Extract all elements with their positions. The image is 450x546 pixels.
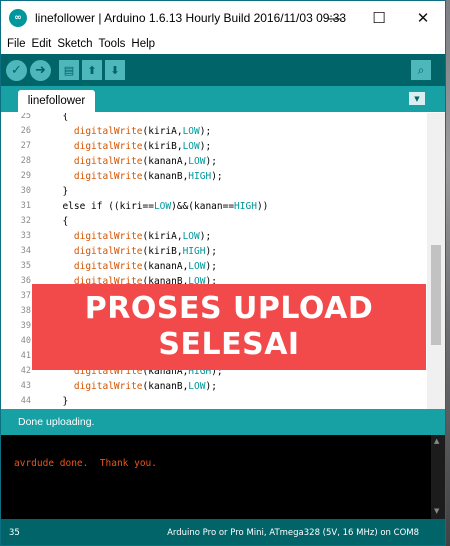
current-line-number: 35 (9, 528, 20, 538)
code-line[interactable]: 33 digitalWrite(kiriA,LOW); (1, 229, 427, 244)
code-line[interactable]: 31 else if ((kiri==LOW)&&(kanan==HIGH)) (1, 199, 427, 214)
open-sketch-button[interactable]: ⬆ (82, 60, 102, 80)
line-number: 31 (20, 201, 31, 211)
line-number: 43 (20, 381, 31, 391)
menu-file[interactable]: File (7, 38, 26, 50)
line-number: 42 (20, 366, 31, 376)
check-icon: ✓ (11, 62, 22, 78)
code-text: { (51, 113, 69, 122)
close-button[interactable]: ✕ (401, 1, 445, 34)
scroll-down-icon[interactable]: ▼ (434, 507, 442, 515)
code-line[interactable]: 29 digitalWrite(kananB,HIGH); (1, 169, 427, 184)
status-message: Done uploading. (18, 416, 95, 428)
menu-help[interactable]: Help (131, 38, 155, 50)
editor-scroll-thumb[interactable] (431, 245, 441, 345)
banner-line-1: PROSES UPLOAD (84, 291, 374, 326)
line-number: 34 (20, 246, 31, 256)
arrow-down-icon: ⬇ (110, 63, 120, 77)
line-number: 32 (20, 216, 31, 226)
line-number: 41 (20, 351, 31, 361)
window-title: linefollower | Arduino 1.6.13 Hourly Bui… (35, 10, 347, 25)
line-number: 33 (20, 231, 31, 241)
menu-tools[interactable]: Tools (99, 38, 126, 50)
code-text: digitalWrite(kananB,LOW); (73, 381, 217, 392)
board-info: Arduino Pro or Pro Mini, ATmega328 (5V, … (167, 528, 419, 538)
line-number: 40 (20, 336, 31, 346)
menu-sketch[interactable]: Sketch (57, 38, 92, 50)
upload-button[interactable]: ➜ (30, 59, 51, 81)
code-line[interactable]: 32 { (1, 214, 427, 229)
line-number: 38 (20, 306, 31, 316)
arrow-right-icon: ➜ (35, 62, 46, 78)
code-text: digitalWrite(kiriB,LOW); (73, 141, 212, 152)
tab-strip: linefollower ▼ (1, 86, 445, 112)
arduino-ide-window: ∞ linefollower | Arduino 1.6.13 Hourly B… (0, 0, 446, 546)
code-line[interactable]: 35 digitalWrite(kananA,LOW); (1, 259, 427, 274)
line-number: 37 (20, 291, 31, 301)
code-line[interactable]: 25 { (1, 113, 427, 124)
save-sketch-button[interactable]: ⬇ (105, 60, 125, 80)
document-icon: ▤ (63, 63, 75, 77)
code-text: else if ((kiri==LOW)&&(kanan==HIGH)) (51, 201, 269, 212)
line-number: 26 (20, 126, 31, 136)
console-scrollbar[interactable]: ▲ ▼ (431, 435, 445, 519)
console-text: avrdude done. Thank you. (14, 458, 157, 469)
code-text: digitalWrite(kiriA,LOW); (73, 126, 212, 137)
code-line[interactable]: 30 } (1, 184, 427, 199)
triangle-down-icon: ▼ (414, 94, 420, 103)
code-text: digitalWrite(kananB,HIGH); (73, 171, 223, 182)
bottom-status-bar: 35 Arduino Pro or Pro Mini, ATmega328 (5… (1, 519, 445, 545)
code-line[interactable]: 26 digitalWrite(kiriA,LOW); (1, 124, 427, 139)
tab-menu-button[interactable]: ▼ (409, 92, 425, 105)
tab-linefollower[interactable]: linefollower (18, 90, 95, 112)
arduino-logo-icon: ∞ (9, 8, 27, 27)
line-number: 36 (20, 276, 31, 286)
line-number: 28 (20, 156, 31, 166)
upload-complete-banner: PROSES UPLOAD SELESAI (32, 284, 426, 370)
magnifier-icon: ⌕ (417, 62, 425, 77)
scroll-up-icon[interactable]: ▲ (434, 437, 442, 445)
line-number: 39 (20, 321, 31, 331)
line-number: 25 (20, 113, 31, 121)
line-number: 30 (20, 186, 31, 196)
window-controls: — ☐ ✕ (313, 1, 445, 34)
line-number: 44 (20, 396, 31, 406)
line-number: 29 (20, 171, 31, 181)
toolbar: ✓ ➜ ▤ ⬆ ⬇ ⌕ (1, 54, 445, 86)
code-line[interactable]: 34 digitalWrite(kiriB,HIGH); (1, 244, 427, 259)
console-output[interactable]: avrdude done. Thank you. ▲ ▼ (1, 435, 445, 519)
code-text: { (51, 216, 69, 227)
new-sketch-button[interactable]: ▤ (59, 60, 79, 80)
menu-bar: File Edit Sketch Tools Help (1, 34, 445, 54)
code-text: } (51, 396, 69, 407)
code-line[interactable]: 27 digitalWrite(kiriB,LOW); (1, 139, 427, 154)
code-text: digitalWrite(kananA,LOW); (73, 261, 217, 272)
code-text: digitalWrite(kananA,LOW); (73, 156, 217, 167)
editor-scrollbar[interactable] (427, 113, 445, 409)
line-number: 35 (20, 261, 31, 271)
code-line[interactable]: 43 digitalWrite(kananB,LOW); (1, 379, 427, 394)
arrow-up-icon: ⬆ (87, 63, 97, 77)
line-number: 27 (20, 141, 31, 151)
menu-edit[interactable]: Edit (32, 38, 52, 50)
banner-line-2: SELESAI (158, 327, 300, 362)
code-text: } (51, 186, 69, 197)
serial-monitor-button[interactable]: ⌕ (411, 60, 431, 80)
minimize-button[interactable]: — (313, 1, 357, 34)
code-text: digitalWrite(kiriB,HIGH); (73, 246, 217, 257)
code-line[interactable]: 28 digitalWrite(kananA,LOW); (1, 154, 427, 169)
code-text: digitalWrite(kiriA,LOW); (73, 231, 212, 242)
title-bar[interactable]: ∞ linefollower | Arduino 1.6.13 Hourly B… (1, 1, 445, 34)
maximize-button[interactable]: ☐ (357, 1, 401, 34)
upload-status-bar: Done uploading. (1, 409, 445, 435)
verify-button[interactable]: ✓ (6, 59, 27, 81)
code-line[interactable]: 44 } (1, 394, 427, 409)
